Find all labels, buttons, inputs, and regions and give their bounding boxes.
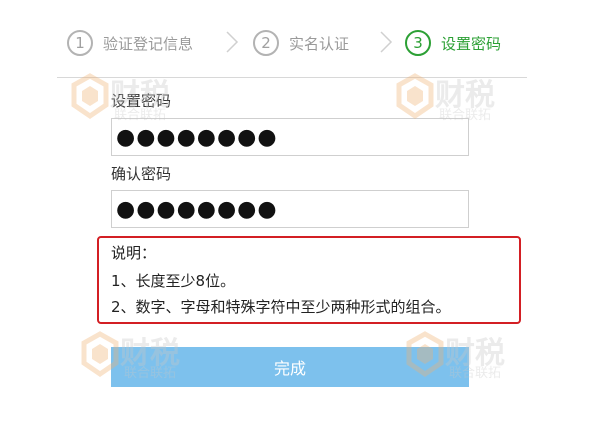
password-rules-notice: 说明： 1、长度至少8位。 2、数字、字母和特殊字符中至少两种形式的组合。 (97, 236, 521, 324)
password-input[interactable]: ●●●●●●●● (111, 118, 469, 156)
confirm-password-input[interactable]: ●●●●●●●● (111, 190, 469, 228)
step-label: 实名认证 (289, 34, 350, 53)
step-real-name-auth: 2 实名认证 (253, 27, 349, 59)
steps-progress: 1 验证登记信息 2 实名认证 3 设置密码 (0, 0, 600, 80)
notice-title: 说明： (111, 244, 157, 262)
finish-button[interactable]: 完成 (111, 347, 469, 387)
header-divider (57, 77, 527, 78)
step-label: 设置密码 (441, 34, 502, 53)
step-number-circle: 1 (67, 30, 93, 56)
notice-rule-length: 1、长度至少8位。 (111, 272, 236, 290)
password-label: 设置密码 (111, 92, 172, 110)
chevron-right-icon (226, 31, 239, 53)
step-verify-registration: 1 验证登记信息 (67, 27, 193, 59)
step-number-circle: 3 (405, 30, 431, 56)
step-label: 验证登记信息 (103, 34, 194, 53)
chevron-right-icon (380, 31, 393, 53)
confirm-password-label: 确认密码 (111, 165, 172, 183)
step-number-circle: 2 (253, 30, 279, 56)
step-set-password: 3 设置密码 (405, 27, 501, 59)
notice-rule-composition: 2、数字、字母和特殊字符中至少两种形式的组合。 (111, 298, 451, 316)
